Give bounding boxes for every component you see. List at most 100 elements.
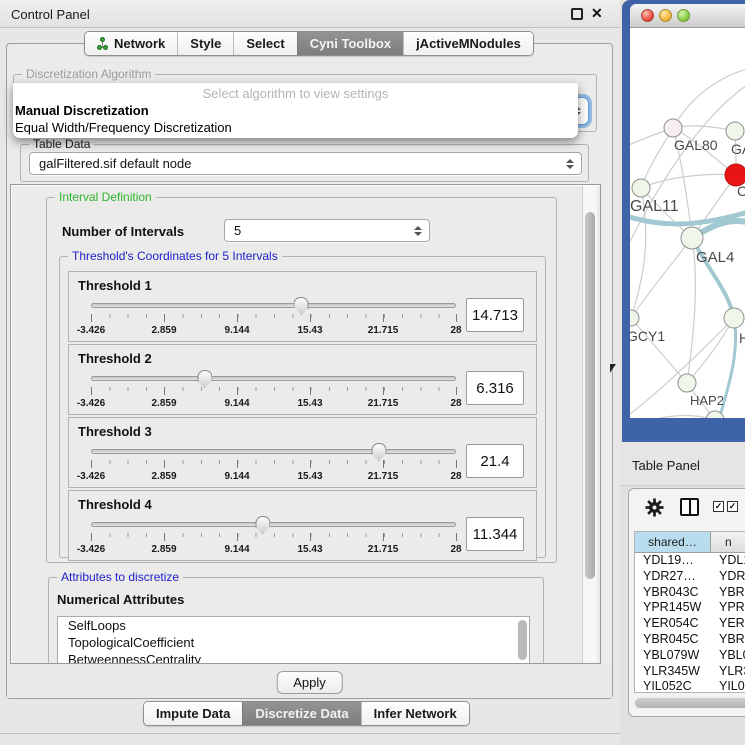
table-row[interactable]: YLR345WYLR3 [635,664,745,680]
threshold-panel-2: Threshold 2 -3.4262.8599.14415.4321.7152… [68,344,537,415]
network-canvas[interactable]: GAL80 GA C GAL11 GAL4 GCY1 H HAP2 [630,28,745,418]
column-header-name[interactable]: n [711,532,745,552]
dropdown-placeholder: Select algorithm to view settings [13,86,578,101]
threshold-3-slider[interactable] [91,449,456,454]
tab-jactivemnodules[interactable]: jActiveMNodules [403,32,533,55]
slider-ticks [91,533,456,542]
table-row[interactable]: YPR145WYPR1 [635,600,745,616]
column-header-shared-name[interactable]: shared… [635,532,711,552]
mouse-cursor [610,364,616,373]
settings-scroll-panel: Interval Definition Number of Intervals … [10,184,601,664]
panel-scrollbar-thumb[interactable] [585,212,595,579]
discretization-algorithm-title: Discretization Algorithm [22,67,155,81]
attributes-group-title: Attributes to discretize [57,570,183,584]
threshold-4-slider[interactable] [91,522,456,527]
network-window-titlebar[interactable] [630,4,745,28]
table-horizontal-scrollbar[interactable] [634,697,745,709]
table-panel: ✓ ✓ shared… n YDL19…YDL1 YDR27…YDR2 YBR0… [628,488,745,717]
tab-discretize-data[interactable]: Discretize Data [242,702,360,725]
table-row[interactable]: YER054CYER0 [635,616,745,632]
node-ga[interactable] [726,122,744,140]
table-row[interactable]: YBR043CYBR0 [635,585,745,601]
node-label-hap2: HAP2 [690,393,724,408]
threshold-2-value[interactable]: 6.316 [466,371,524,405]
slider-thumb[interactable] [255,516,270,534]
table-row[interactable]: YBR045CYBR0 [635,632,745,648]
tab-network[interactable]: Network [85,32,177,55]
threshold-panel-3: Threshold 3 -3.4262.8599.14415.4321.7152… [68,417,537,488]
number-of-intervals-label: Number of Intervals [62,224,184,239]
table-data-title: Table Data [29,137,94,151]
tab-style[interactable]: Style [177,32,233,55]
slider-scale-labels: -3.4262.8599.14415.4321.71528 [91,544,456,556]
gear-icon[interactable] [645,498,664,517]
node-gal80[interactable] [664,119,682,137]
interval-definition-title: Interval Definition [55,190,156,204]
list-item[interactable]: SelfLoops [58,617,529,634]
threshold-coordinates-title: Threshold's Coordinates for 5 Intervals [68,249,282,263]
node-label-ga: GA [731,141,745,157]
table-hscrollbar-thumb[interactable] [635,698,745,708]
threshold-3-value[interactable]: 21.4 [466,444,524,478]
node-label-gal4: GAL4 [696,249,734,266]
threshold-1-value[interactable]: 14.713 [466,298,524,332]
list-item[interactable]: BetweennessCentrality [58,651,529,664]
node-gal11[interactable] [632,179,650,197]
float-window-icon[interactable] [571,8,583,20]
table-panel-header: Table Panel [620,442,745,486]
apply-button[interactable]: Apply [276,671,343,694]
table-row[interactable]: YBL079WYBL0 [635,648,745,664]
list-item[interactable]: TopologicalCoefficient [58,634,529,651]
list-scrollbar-thumb[interactable] [518,620,527,660]
table-panel-title: Table Panel [632,458,700,473]
table-row[interactable]: YDR27…YDR2 [635,569,745,585]
slider-scale-labels: -3.4262.8599.14415.4321.71528 [91,471,456,483]
attributes-group: Attributes to discretize Numerical Attri… [48,577,544,664]
table-row[interactable]: YIL052CYIL0 [635,679,745,693]
close-traffic-light-icon[interactable] [641,9,654,22]
tab-impute-data[interactable]: Impute Data [144,702,242,725]
number-of-intervals-combobox[interactable]: 5 [224,219,430,242]
threshold-1-slider[interactable] [91,303,456,308]
checkbox-icon[interactable]: ✓ [727,501,738,512]
minimize-traffic-light-icon[interactable] [659,9,672,22]
control-panel-titlebar: Control Panel ✕ [0,0,620,28]
tab-select[interactable]: Select [233,32,296,55]
panel-scrollbar[interactable] [582,186,597,663]
slider-thumb[interactable] [197,370,212,388]
threshold-coordinates-group: Threshold's Coordinates for 5 Intervals … [59,256,546,558]
node-table: shared… n YDL19…YDL1 YDR27…YDR2 YBR043CY… [634,531,745,693]
screen: Control Panel ✕ Network Style Select Cyn… [0,0,745,745]
table-header-row: shared… n [635,532,745,553]
node-gcy1[interactable] [630,310,639,326]
tab-cyni-toolbox[interactable]: Cyni Toolbox [297,32,403,55]
threshold-panel-4: Threshold 4 -3.4262.8599.14415.4321.7152… [68,490,537,561]
node-label-gal11: GAL11 [630,198,679,215]
zoom-traffic-light-icon[interactable] [677,9,690,22]
split-pane-icon[interactable] [680,498,699,516]
interval-definition-group: Interval Definition Number of Intervals … [46,197,557,563]
tab-infer-network[interactable]: Infer Network [361,702,469,725]
table-data-combobox[interactable]: galFiltered.sif default node [29,152,582,175]
dropdown-option-manual[interactable]: Manual Discretization [15,103,149,118]
node-label-gal80: GAL80 [674,137,718,153]
combo-arrows-icon [566,159,574,169]
table-data-group: Table Data galFiltered.sif default node [20,144,589,182]
table-row[interactable]: YDL19…YDL1 [635,553,745,569]
control-panel-window: Control Panel ✕ Network Style Select Cyn… [0,0,620,745]
checkbox-icon[interactable]: ✓ [713,501,724,512]
dropdown-option-equal-width[interactable]: Equal Width/Frequency Discretization [15,120,232,135]
threshold-panel-1: Threshold 1 -3.4262.8599.14415.4321.7152… [68,271,537,342]
table-toolbar: ✓ ✓ [629,489,745,529]
threshold-2-label: Threshold 2 [78,351,152,366]
slider-thumb[interactable] [294,297,309,315]
threshold-2-slider[interactable] [91,376,456,381]
node-gal4[interactable] [681,227,703,249]
panel-title: Control Panel [11,7,90,22]
slider-thumb[interactable] [371,443,386,461]
node-hap2[interactable] [678,374,696,392]
threshold-3-label: Threshold 3 [78,424,152,439]
close-icon[interactable]: ✕ [591,5,603,22]
threshold-4-value[interactable]: 11.344 [466,517,524,551]
node-h[interactable] [724,308,744,328]
